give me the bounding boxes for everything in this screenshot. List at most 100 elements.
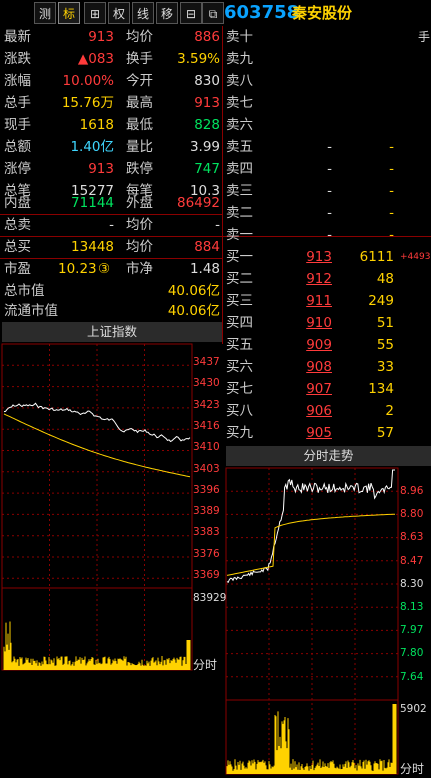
level-volume: 134 bbox=[368, 381, 394, 397]
quote-row: 总买 13448 均价 884 bbox=[0, 236, 222, 258]
ask-level-row[interactable]: 卖八 bbox=[224, 70, 431, 92]
y-tick-label: 7.64 bbox=[400, 670, 424, 683]
ask-level-row[interactable]: 卖六 bbox=[224, 114, 431, 136]
quote-row: 涨幅 10.00% 今开 830 bbox=[0, 70, 222, 92]
inner-value: 71144 bbox=[71, 195, 114, 211]
bid-level-row[interactable]: 买六 908 33 bbox=[224, 356, 431, 378]
y-tick-label: 3430 bbox=[193, 377, 220, 390]
level-price: 911 bbox=[306, 293, 332, 309]
change-value: ▲083 bbox=[77, 51, 114, 67]
quote-row: 最新 913 均价 886 bbox=[0, 26, 222, 48]
collapse-button[interactable]: ⊟ bbox=[180, 2, 202, 24]
bid-level-row[interactable]: 买四 910 51 bbox=[224, 312, 431, 334]
window-button[interactable]: ⧉ bbox=[202, 2, 224, 24]
y-tick-label: 8.30 bbox=[400, 577, 424, 590]
y-tick-label: 8.63 bbox=[400, 531, 424, 544]
bid-level-row[interactable]: 买二 912 48 bbox=[224, 268, 431, 290]
level-label: 买七 bbox=[226, 381, 253, 397]
y-tick-label: 7.97 bbox=[400, 624, 424, 637]
level-label: 买六 bbox=[226, 359, 253, 375]
level-volume: 57 bbox=[376, 425, 394, 441]
limitup-value: 913 bbox=[88, 161, 114, 177]
pct-label: 涨幅 bbox=[4, 73, 31, 89]
level-label: 卖二 bbox=[226, 205, 253, 221]
level-label: 买四 bbox=[226, 315, 253, 331]
bid-level-row[interactable]: 买三 911 249 bbox=[224, 290, 431, 312]
level-volume: 48 bbox=[376, 271, 394, 287]
y-tick-label: 3423 bbox=[193, 398, 220, 411]
pe-value: 10.23 bbox=[58, 261, 97, 277]
move-button[interactable]: 移 bbox=[156, 2, 178, 24]
chart-frame bbox=[1, 343, 193, 671]
current-label: 现手 bbox=[4, 117, 31, 133]
level-volume: - bbox=[389, 183, 394, 199]
float-value: 40.06亿 bbox=[167, 303, 220, 319]
index-volume-label: 83929 bbox=[193, 592, 227, 604]
high-label: 最高 bbox=[126, 95, 153, 111]
quote-row: 涨停 913 跌停 747 bbox=[0, 158, 222, 180]
level-price: 912 bbox=[306, 271, 332, 287]
level-label: 买二 bbox=[226, 271, 253, 287]
y-tick-label: 3403 bbox=[193, 462, 220, 475]
ask-level-row[interactable]: 卖一 - - bbox=[224, 224, 431, 246]
quote-row: 市盈 10.23 ③ 市净 1.48 bbox=[0, 258, 222, 280]
level-price: 910 bbox=[306, 315, 332, 331]
level-change: +4493 bbox=[400, 252, 431, 262]
level-label: 卖一 bbox=[226, 227, 253, 243]
stock-code: 603758 bbox=[224, 2, 300, 23]
test-button[interactable]: 测 bbox=[34, 2, 56, 24]
outer-value: 86492 bbox=[177, 195, 220, 211]
bid-level-row[interactable]: 买一 913 6111 +4493 bbox=[224, 246, 431, 268]
line-button[interactable]: 线 bbox=[132, 2, 154, 24]
bid-level-row[interactable]: 买五 909 55 bbox=[224, 334, 431, 356]
pb-value: 1.48 bbox=[189, 261, 220, 277]
inner-label: 内盘 bbox=[4, 195, 31, 211]
level-price: 908 bbox=[306, 359, 332, 375]
outer-label: 外盘 bbox=[126, 195, 153, 211]
y-tick-label: 8.80 bbox=[400, 508, 424, 521]
level-label: 卖九 bbox=[226, 51, 253, 67]
level-volume: - bbox=[389, 161, 394, 177]
level-price: 913 bbox=[306, 249, 332, 265]
ask-level-row[interactable]: 卖十 bbox=[224, 26, 431, 48]
ask-level-row[interactable]: 卖五 - - bbox=[224, 136, 431, 158]
volume-value: 15.76万 bbox=[61, 95, 114, 111]
mark-button[interactable]: 标 bbox=[58, 2, 80, 24]
ask-level-row[interactable]: 卖三 - - bbox=[224, 180, 431, 202]
totalbuy-label: 总买 bbox=[4, 239, 31, 255]
level-volume: - bbox=[389, 227, 394, 243]
low-value: 828 bbox=[194, 117, 220, 133]
limitdown-label: 跌停 bbox=[126, 161, 153, 177]
level-price: - bbox=[327, 205, 332, 221]
bid-level-row[interactable]: 买九 905 57 bbox=[224, 422, 431, 444]
ask-level-row[interactable]: 卖二 - - bbox=[224, 202, 431, 224]
index-chart-title[interactable]: 上证指数 bbox=[2, 322, 222, 342]
rights-button[interactable]: 权 bbox=[108, 2, 130, 24]
level-volume: 55 bbox=[376, 337, 394, 353]
y-tick-label: 3383 bbox=[193, 526, 220, 539]
intraday-chart-title[interactable]: 分时走势 bbox=[226, 446, 431, 466]
y-tick-label: 3389 bbox=[193, 505, 220, 518]
latest-label: 最新 bbox=[4, 29, 31, 45]
pb-label: 市净 bbox=[126, 261, 153, 277]
grid-button[interactable]: ⊞ bbox=[84, 2, 106, 24]
limitdown-value: 747 bbox=[194, 161, 220, 177]
level-volume: 51 bbox=[376, 315, 394, 331]
open-value: 830 bbox=[194, 73, 220, 89]
bid-level-row[interactable]: 买八 906 2 bbox=[224, 400, 431, 422]
pe-badge-icon: ③ bbox=[98, 261, 111, 277]
level-label: 卖六 bbox=[226, 117, 253, 133]
ask-level-row[interactable]: 卖七 bbox=[224, 92, 431, 114]
level-label: 卖五 bbox=[226, 139, 253, 155]
bid-level-row[interactable]: 买七 907 134 bbox=[224, 378, 431, 400]
intraday-time-label: 分时 bbox=[400, 762, 425, 776]
level-volume: 33 bbox=[376, 359, 394, 375]
change-label: 涨跌 bbox=[4, 51, 31, 67]
ask-level-row[interactable]: 卖四 - - bbox=[224, 158, 431, 180]
ask-level-row[interactable]: 卖九 bbox=[224, 48, 431, 70]
index-chart bbox=[1, 343, 193, 671]
y-tick-label: 3437 bbox=[193, 356, 220, 368]
y-tick-label: 3396 bbox=[193, 483, 220, 496]
level-label: 买三 bbox=[226, 293, 253, 309]
avg-value: 886 bbox=[194, 29, 220, 45]
